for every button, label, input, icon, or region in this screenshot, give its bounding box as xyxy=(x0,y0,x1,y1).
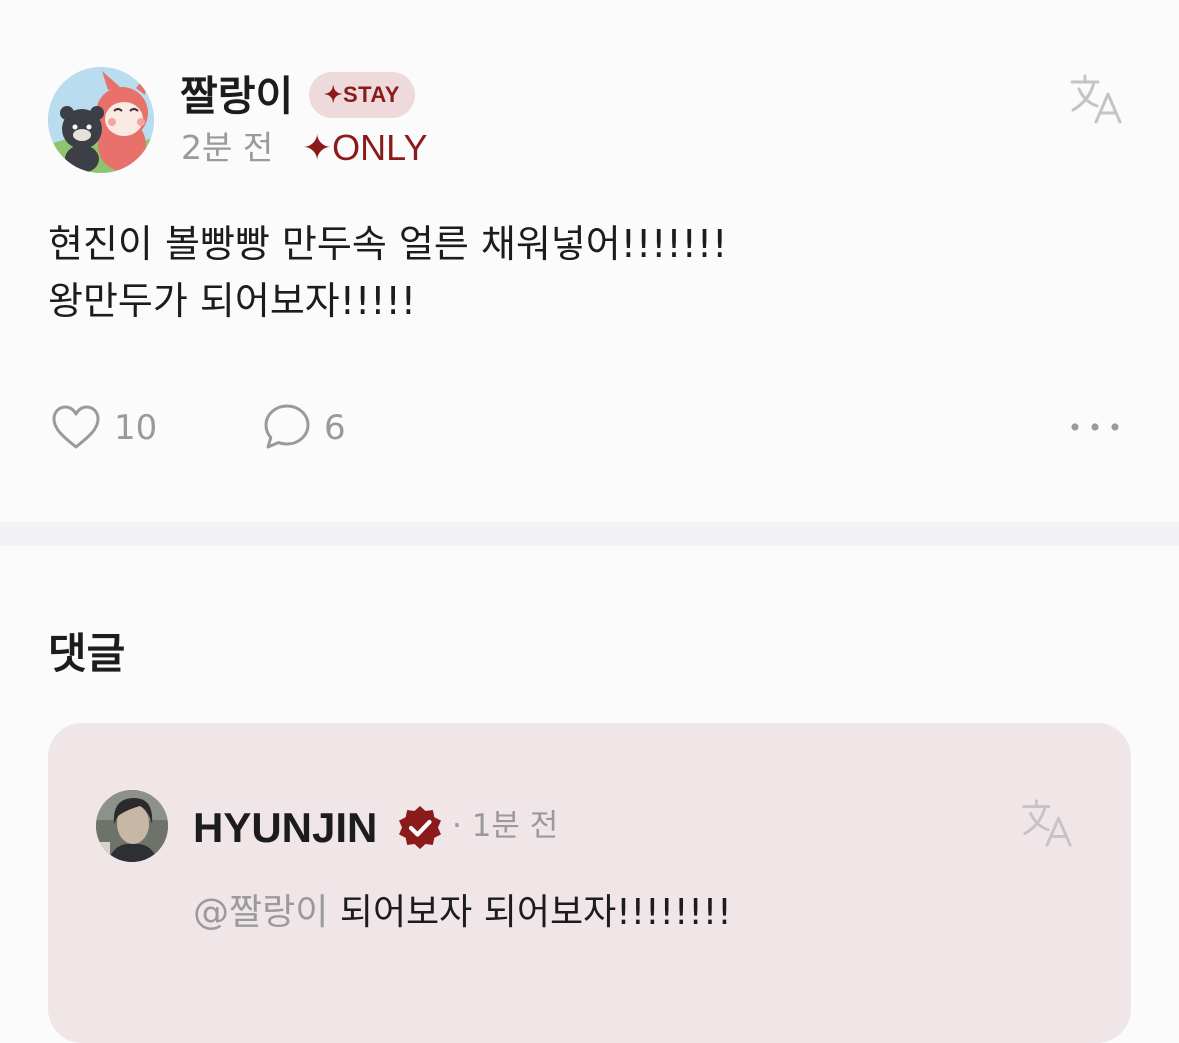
post-timestamp: 2분 전 xyxy=(181,128,274,167)
post-actions: 10 6 xyxy=(48,400,1128,454)
post-card: 짤랑이 ✦STAY 2분 전 ✦ONLY 현진이 볼빵빵 만두속 얼른 채워넣어… xyxy=(0,0,1179,522)
translate-icon[interactable] xyxy=(1068,70,1124,126)
comment-count: 6 xyxy=(324,408,346,448)
like-count: 10 xyxy=(114,408,158,448)
verified-badge-icon xyxy=(399,806,441,849)
more-horizontal-icon[interactable] xyxy=(1068,416,1122,438)
comment-text: 되어보자 되어보자!!!!!!!! xyxy=(328,892,732,933)
heart-icon[interactable] xyxy=(50,403,102,451)
comment-body: @짤랑이 되어보자 되어보자!!!!!!!! xyxy=(193,888,732,938)
only-label: ✦ONLY xyxy=(302,127,428,168)
comment-timestamp: · 1분 전 xyxy=(452,808,559,844)
comment-author-avatar[interactable] xyxy=(96,790,168,862)
stay-badge: ✦STAY xyxy=(309,72,415,118)
post-body-line: 왕만두가 되어보자!!!!! xyxy=(48,279,416,323)
post-body-line: 현진이 볼빵빵 만두속 얼른 채워넣어!!!!!!! xyxy=(48,222,728,266)
comment-author-name[interactable]: HYUNJIN xyxy=(193,803,377,853)
mention-link[interactable]: @짤랑이 xyxy=(193,892,328,933)
comments-section-title: 댓글 xyxy=(48,629,126,678)
avatar-illustration xyxy=(48,67,154,173)
author-avatar[interactable] xyxy=(48,67,154,173)
speech-bubble-icon[interactable] xyxy=(262,402,312,452)
post-body: 현진이 볼빵빵 만두속 얼른 채워넣어!!!!!!! 왕만두가 되어보자!!!!… xyxy=(48,216,1128,330)
avatar-photo xyxy=(96,790,168,862)
comment-card: HYUNJIN · 1분 전 @짤랑이 되어보자 되어보자!!!!!!!! xyxy=(48,723,1131,1043)
author-name[interactable]: 짤랑이 xyxy=(180,70,293,122)
translate-icon[interactable] xyxy=(1020,795,1074,849)
section-divider xyxy=(0,522,1179,546)
